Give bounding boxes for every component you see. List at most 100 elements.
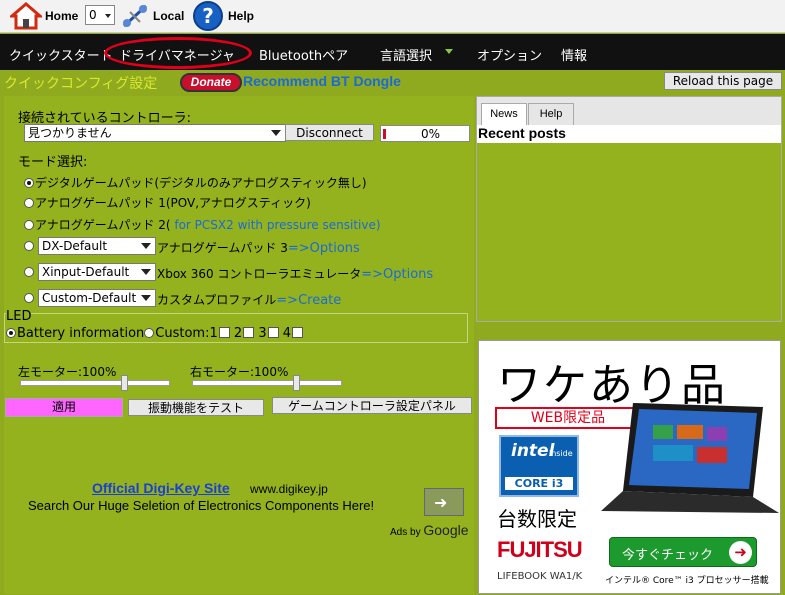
- highlight-circle: [104, 37, 252, 69]
- led-1-checkbox[interactable]: [218, 327, 230, 338]
- led-2-label: 2: [233, 326, 243, 341]
- fujitsu-logo: FUJITSU: [497, 537, 583, 562]
- banner-model: LIFEBOOK WA1/K: [497, 571, 583, 582]
- counter-value: 0: [89, 8, 97, 22]
- core-text: CORE i3: [505, 477, 573, 490]
- mode-analog1-radio[interactable]: [24, 198, 34, 208]
- tab-help[interactable]: Help: [528, 103, 574, 125]
- mode-analog2-row[interactable]: アナログゲームパッド 2( for PCSX2 with pressure se…: [24, 216, 381, 233]
- mode-digital-radio[interactable]: [24, 178, 34, 188]
- menu-bluetooth-pair[interactable]: Bluetoothペア: [259, 45, 348, 64]
- disconnect-button[interactable]: Disconnect: [285, 124, 374, 141]
- chevron-down-icon: [105, 14, 111, 18]
- right-motor-label: 右モーター:100%: [190, 365, 289, 379]
- right-motor-slider[interactable]: [192, 375, 342, 391]
- left-motor-slider[interactable]: [20, 375, 170, 391]
- mode-digital-row[interactable]: デジタルゲームパッド(デジタルのみアナログスティック無し): [24, 174, 367, 191]
- home-icon[interactable]: [7, 2, 45, 30]
- mode-custom-radio[interactable]: [24, 293, 34, 303]
- dx-profile-select[interactable]: DX-Default: [38, 237, 156, 255]
- mode-xinput-text: Xbox 360 コントローラエミュレータ: [157, 267, 362, 281]
- check-now-button[interactable]: 今すぐチェック ➜: [609, 537, 757, 567]
- mode-custom-text: カスタムプロファイル: [157, 293, 277, 307]
- custom-create-link[interactable]: =>Create: [276, 293, 341, 308]
- led-battery-radio[interactable]: [6, 328, 16, 338]
- news-panel: News Help Recent posts: [476, 96, 782, 322]
- right-motor-thumb[interactable]: [293, 375, 300, 391]
- page-title: クイックコンフィグ設定: [4, 76, 158, 92]
- ad-description: Search Our Huge Seletion of Electronics …: [28, 498, 375, 513]
- banner-cpu-note: インテル® Core™ i3 プロセッサー搭載: [605, 576, 769, 586]
- header-strip: クイックコンフィグ設定 Donate Recommend BT Dongle R…: [0, 70, 785, 94]
- counter-select[interactable]: 0: [85, 5, 115, 25]
- top-toolbar: Home 0 Local ? Help: [0, 0, 785, 33]
- intel-logo: intel inside CORE i3: [499, 435, 579, 497]
- tab-news[interactable]: News: [481, 103, 527, 125]
- progress-fill: [383, 129, 386, 139]
- mode-label: モード選択:: [18, 155, 88, 170]
- led-2-checkbox[interactable]: [243, 327, 255, 338]
- mode-digital-label: デジタルゲームパッド(デジタルのみアナログスティック無し): [35, 176, 367, 190]
- chevron-down-icon: [445, 49, 453, 54]
- google-logo: Google: [423, 522, 469, 538]
- left-motor-thumb[interactable]: [121, 375, 128, 391]
- mode-dx-label: アナログゲームパッド 3=>Options: [157, 239, 360, 256]
- led-3-label: 3: [258, 326, 267, 341]
- mode-analog2-note: for PCSX2 with pressure sensitive): [170, 218, 381, 232]
- donate-button[interactable]: Donate: [180, 73, 242, 92]
- mode-analog2-radio[interactable]: [24, 220, 34, 230]
- menu-about[interactable]: 情報: [561, 45, 587, 64]
- banner-ad[interactable]: ワケあり品 WEB限定品 intel inside CORE i3 台数限定 F…: [478, 340, 781, 594]
- mode-dx-text: アナログゲームパッド 3: [157, 241, 288, 255]
- menu-language[interactable]: 言語選択: [380, 45, 432, 64]
- led-3-checkbox[interactable]: [267, 327, 279, 338]
- reload-button[interactable]: Reload this page: [664, 72, 782, 90]
- ad-title-link[interactable]: Official Digi-Key Site: [92, 480, 230, 496]
- news-header: Recent posts: [477, 125, 781, 143]
- ads-by-text: Ads by: [390, 527, 421, 538]
- progress-label: 0%: [421, 127, 441, 141]
- news-tabs: News Help: [477, 97, 781, 125]
- xinput-profile-select[interactable]: Xinput-Default: [38, 263, 156, 281]
- laptop-image: [593, 401, 779, 523]
- network-icon[interactable]: [120, 2, 150, 30]
- led-4-label: 4: [282, 326, 292, 341]
- mode-analog1-row[interactable]: アナログゲームパッド 1(POV,アナログスティック): [24, 194, 311, 211]
- ad-arrow-button[interactable]: ➜: [424, 488, 464, 516]
- banner-limited: 台数限定: [497, 507, 577, 531]
- controller-panel-button[interactable]: ゲームコントローラ設定パネル: [272, 397, 472, 414]
- apply-button[interactable]: 適用: [5, 398, 123, 417]
- led-legend: LED: [6, 309, 32, 324]
- menu-quickstart[interactable]: クイックスタート: [9, 45, 113, 64]
- dx-options-link[interactable]: =>Options: [288, 241, 360, 256]
- menu-options[interactable]: オプション: [477, 45, 542, 64]
- inside-text: inside: [549, 449, 573, 458]
- left-motor-label: 左モーター:100%: [18, 365, 117, 379]
- custom-profile-select[interactable]: Custom-Default: [38, 289, 156, 307]
- xinput-options-link[interactable]: =>Options: [361, 267, 433, 282]
- mode-dx-radio[interactable]: [24, 241, 34, 251]
- help-link[interactable]: Help: [228, 9, 254, 23]
- ads-by-label: Ads by Google: [390, 522, 469, 538]
- led-custom-radio[interactable]: [144, 328, 155, 338]
- news-heading: Recent posts: [478, 125, 566, 141]
- mode-xinput-label: Xbox 360 コントローラエミュレータ=>Options: [157, 265, 433, 282]
- mode-xinput-radio[interactable]: [24, 267, 34, 277]
- connection-progress: 0%: [380, 125, 470, 142]
- controller-select[interactable]: 見つかりません: [24, 124, 286, 142]
- led-options: Battery information Custom:1 2 3 4: [6, 326, 304, 341]
- arrow-right-icon: ➜: [434, 493, 448, 512]
- home-link[interactable]: Home: [45, 9, 78, 23]
- led-4-checkbox[interactable]: [292, 327, 304, 338]
- config-panel: 接続されているコントローラ: 見つかりません Disconnect 0% モード…: [4, 96, 474, 594]
- recommend-link[interactable]: Recommend BT Dongle: [243, 73, 401, 89]
- help-icon[interactable]: ?: [193, 1, 223, 31]
- ad-url: www.digikey.jp: [250, 482, 328, 496]
- mode-custom-label: カスタムプロファイル=>Create: [157, 291, 341, 308]
- mode-analog2-label: アナログゲームパッド 2(: [35, 218, 171, 232]
- led-custom-label: Custom:: [155, 326, 210, 341]
- led-1-label: 1: [209, 326, 218, 341]
- local-link[interactable]: Local: [153, 9, 184, 23]
- check-now-label: 今すぐチェック: [622, 548, 714, 563]
- test-vibration-button[interactable]: 振動機能をテスト: [128, 399, 264, 416]
